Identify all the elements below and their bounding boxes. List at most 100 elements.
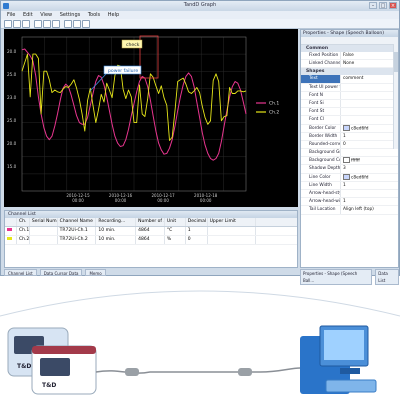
print-icon[interactable]: [22, 20, 30, 28]
section-common[interactable]: Common: [301, 45, 398, 52]
property-row[interactable]: Linked Channel None: [301, 60, 398, 69]
property-row[interactable]: Font N: [301, 91, 398, 100]
col-header[interactable]: Serial Number: [30, 218, 58, 226]
col-header[interactable]: Number of ...: [136, 218, 165, 226]
property-row[interactable]: Line Color c8ed6fd: [301, 173, 398, 182]
row-checkbox[interactable]: [5, 227, 17, 235]
data-logger-front: T&D: [31, 345, 97, 395]
property-row[interactable]: Border Color c8ed6fd: [301, 124, 398, 133]
minimize-icon[interactable]: –: [369, 2, 377, 9]
open-icon[interactable]: [4, 20, 12, 28]
property-key: Font Si: [301, 99, 341, 108]
cell-serial: [30, 236, 58, 244]
table-row[interactable]: Ch.2 TR72Ui-Ch.2 10 min. 4864 % 0: [5, 236, 297, 245]
property-row[interactable]: Font Cl: [301, 116, 398, 125]
channel-list-panel: Channel List Ch. Serial Number Channel N…: [4, 210, 298, 268]
section-shapes[interactable]: Shapes: [301, 68, 398, 76]
settings-icon[interactable]: [82, 20, 90, 28]
property-value[interactable]: False: [341, 52, 398, 59]
property-value[interactable]: 3: [341, 165, 398, 172]
property-key: Text: [301, 75, 341, 83]
menu-edit[interactable]: Edit: [23, 12, 33, 18]
property-value[interactable]: 0: [341, 141, 398, 148]
property-value[interactable]: Align left (top): [341, 206, 398, 213]
col-header[interactable]: Channel Name: [58, 218, 97, 226]
svg-text:T&D: T&D: [17, 363, 31, 370]
property-value[interactable]: 1: [341, 182, 398, 189]
property-row[interactable]: Border Width 1: [301, 132, 398, 141]
property-row[interactable]: Arrow-head-style: [301, 190, 398, 199]
tab-data-cursor[interactable]: Data Cursor Data: [39, 269, 83, 276]
property-value[interactable]: [341, 84, 398, 91]
property-row[interactable]: Font Si: [301, 99, 398, 109]
menu-file[interactable]: File: [7, 12, 15, 18]
property-value[interactable]: [341, 149, 398, 156]
col-header[interactable]: [256, 218, 297, 226]
cell-extra: [256, 227, 297, 235]
zoom-in-icon[interactable]: [34, 20, 42, 28]
graph-area[interactable]: 20.0 25.0 23.0 25.0 20.0 15.0 2010-12-15 00:00 2…: [4, 29, 298, 207]
col-header[interactable]: Upper Limit: [208, 218, 257, 226]
y-tick-label: 20.0: [7, 141, 17, 146]
property-value[interactable]: comment: [341, 75, 398, 83]
menu-help[interactable]: Help: [108, 12, 119, 18]
property-value[interactable]: [341, 100, 398, 107]
property-value[interactable]: c8ed6fd: [341, 124, 398, 132]
col-header[interactable]: Ch.: [17, 218, 30, 226]
col-header[interactable]: [5, 218, 17, 226]
zoom-out-icon[interactable]: [43, 20, 51, 28]
annotation-check-label: check: [126, 42, 140, 48]
col-header[interactable]: Unit: [165, 218, 186, 226]
property-value[interactable]: 1: [341, 198, 398, 205]
property-value[interactable]: [341, 92, 398, 99]
menu-tools[interactable]: Tools: [88, 12, 100, 18]
property-row[interactable]: Arrow-head-wi... 1: [301, 198, 398, 207]
menu-settings[interactable]: Settings: [60, 12, 81, 18]
bottom-tabs: Channel List Data Cursor Data Memo: [4, 269, 106, 276]
tab-channel-list[interactable]: Channel List: [4, 269, 37, 276]
scroll-thumb[interactable]: [394, 52, 398, 72]
window-controls: – □ ×: [369, 2, 397, 9]
table-row[interactable]: Ch.1 TR72Ui-Ch.1 10 min. 4864 °C 1: [5, 227, 297, 236]
property-value[interactable]: [341, 108, 398, 115]
property-row[interactable]: Background Gr...: [301, 149, 398, 158]
property-key: Linked Channel: [301, 60, 341, 68]
cell-number: 4864: [136, 236, 165, 244]
property-key: Line Color: [301, 173, 341, 181]
property-row[interactable]: Background Col...ffffff: [301, 157, 398, 166]
balloon-icon[interactable]: [64, 20, 72, 28]
col-header[interactable]: Recording...: [96, 218, 137, 226]
maximize-icon[interactable]: □: [379, 2, 387, 9]
property-value[interactable]: [341, 190, 398, 197]
row-checkbox[interactable]: [5, 236, 17, 244]
property-row[interactable]: Tail Location Align left (top): [301, 206, 398, 215]
shape-icon[interactable]: [73, 20, 81, 28]
property-row[interactable]: Fixed Position False: [301, 52, 398, 61]
legend-label: Ch.1: [269, 101, 279, 107]
window-title: TandD Graph: [183, 2, 217, 8]
property-row[interactable]: Shadow Depth 3: [301, 165, 398, 174]
property-row[interactable]: Text comment: [301, 75, 398, 84]
check-highlight-box: [139, 35, 159, 79]
cell-unit: °C: [165, 227, 186, 235]
property-value[interactable]: ffffff: [341, 157, 398, 164]
property-value[interactable]: [341, 116, 398, 123]
property-row[interactable]: Font St: [301, 108, 398, 117]
property-value[interactable]: None: [341, 60, 398, 67]
cable-ferrite: [125, 368, 139, 376]
property-row[interactable]: Line Width 1: [301, 181, 398, 190]
property-value[interactable]: c8ed6fd: [341, 173, 398, 181]
close-icon[interactable]: ×: [389, 2, 397, 9]
property-key: Background Col...: [301, 157, 341, 165]
cell-name: TR72Ui-Ch.2: [58, 236, 97, 244]
property-row[interactable]: Rounded-corner...0: [301, 140, 398, 150]
tab-memo[interactable]: Memo: [85, 269, 106, 276]
cursor-icon[interactable]: [52, 20, 60, 28]
menu-view[interactable]: View: [40, 12, 52, 18]
graph-svg[interactable]: 20.025.023.025.020.015.02010-12-1500:002…: [4, 29, 298, 207]
properties-scrollbar[interactable]: [393, 44, 398, 149]
col-header[interactable]: Decimal Places: [186, 218, 208, 226]
save-icon[interactable]: [13, 20, 21, 28]
property-row[interactable]: Text UI power failure: [301, 83, 398, 92]
property-value[interactable]: 1: [341, 133, 398, 140]
